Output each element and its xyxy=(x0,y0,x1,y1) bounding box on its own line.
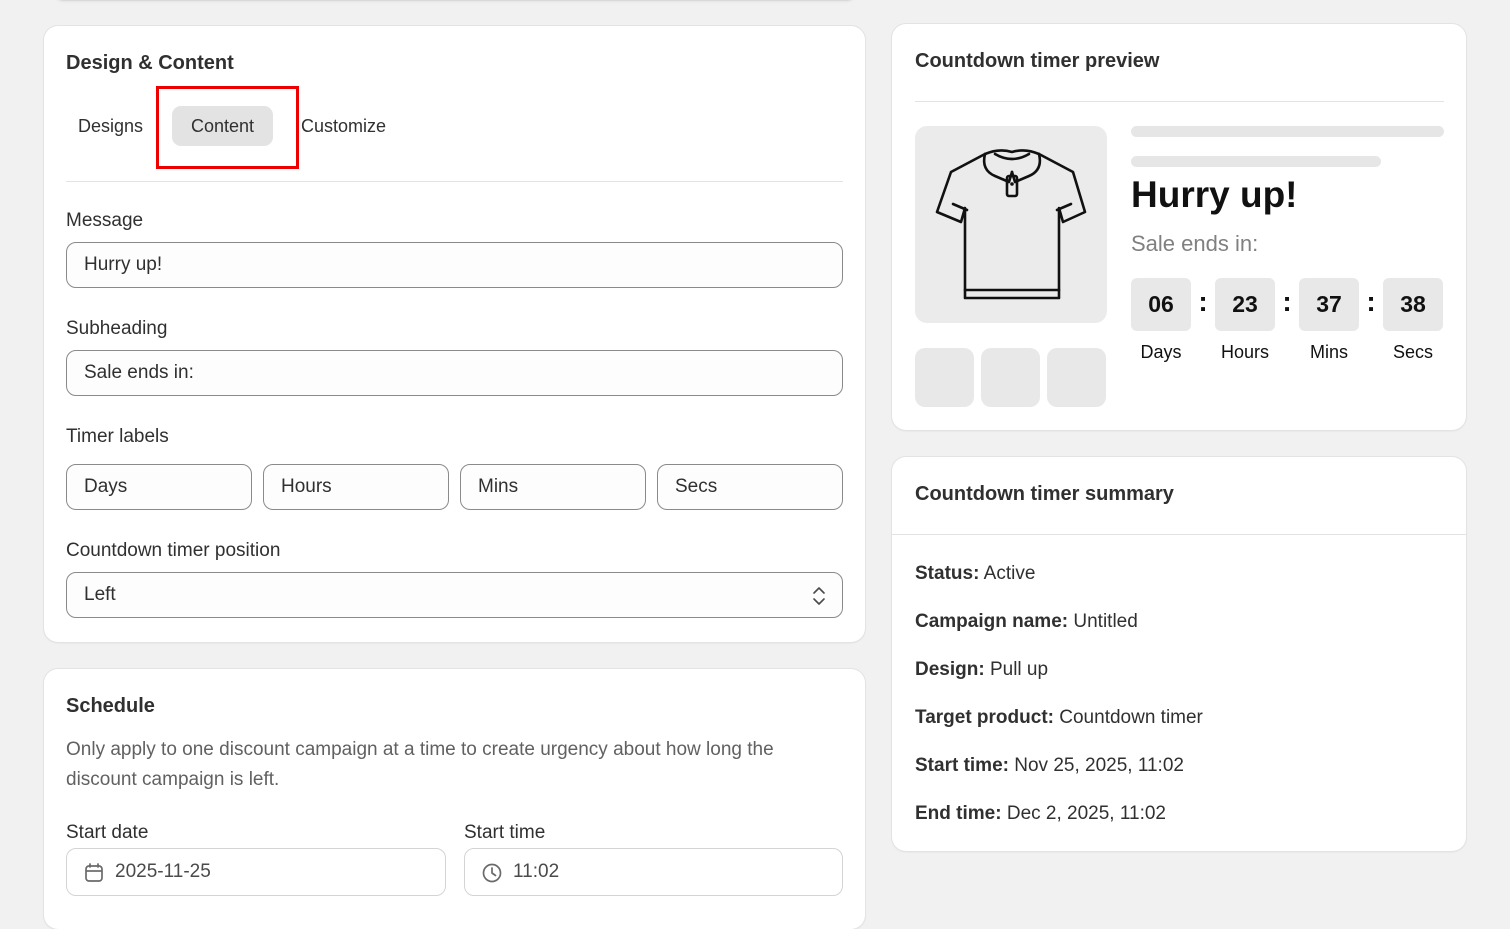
days-label-input[interactable]: Days xyxy=(66,464,252,510)
timer-secs-value: 38 xyxy=(1383,278,1443,331)
tab-designs[interactable]: Designs xyxy=(66,106,155,146)
summary-status: Status: Active xyxy=(915,563,1036,584)
summary-start-time: Start time: Nov 25, 2025, 11:02 xyxy=(915,755,1184,776)
timer-mins-label: Mins xyxy=(1309,342,1348,362)
subheading-label: Subheading xyxy=(66,318,168,339)
schedule-title: Schedule xyxy=(66,695,155,717)
timer-separator: : xyxy=(1366,286,1376,317)
timer-days-value: 06 xyxy=(1131,278,1191,331)
preview-subheading: Sale ends in: xyxy=(1131,231,1259,256)
skeleton-line xyxy=(1131,156,1381,167)
hours-label-input[interactable]: Hours xyxy=(263,464,449,510)
preview-card: Countdown timer preview Hurry up! Sale e… xyxy=(892,24,1466,430)
timer-mins-value: 37 xyxy=(1299,278,1359,331)
timer-hours-value: 23 xyxy=(1215,278,1275,331)
timer-separator: : xyxy=(1282,286,1292,317)
polo-shirt-icon xyxy=(935,149,1087,300)
secs-label-input[interactable]: Secs xyxy=(657,464,843,510)
timer-days-label: Days xyxy=(1140,342,1182,362)
position-select-value: Left xyxy=(84,584,116,605)
subheading-input[interactable]: Sale ends in: xyxy=(66,350,843,396)
start-date-input[interactable]: 2025-11-25 xyxy=(66,848,446,896)
position-label: Countdown timer position xyxy=(66,540,281,561)
start-time-label: Start time xyxy=(464,822,546,843)
start-time-value: 11:02 xyxy=(513,861,560,882)
position-select[interactable]: Left xyxy=(66,572,843,618)
schedule-description: Only apply to one discount campaign at a… xyxy=(66,739,774,790)
start-date-value: 2025-11-25 xyxy=(115,861,211,882)
skeleton-line xyxy=(1131,126,1444,137)
product-thumbnail[interactable] xyxy=(915,348,974,407)
message-input[interactable]: Hurry up! xyxy=(66,242,843,288)
tab-content[interactable]: Content xyxy=(172,106,274,146)
summary-campaign-name: Campaign name: Untitled xyxy=(915,611,1138,632)
tabs-divider xyxy=(66,181,843,182)
timer-secs-label: Secs xyxy=(1392,342,1434,362)
design-content-card: Design & Content Designs Content Customi… xyxy=(44,26,865,642)
preview-divider xyxy=(915,101,1444,102)
timer-separator: : xyxy=(1198,286,1208,317)
timer-hours-label: Hours xyxy=(1220,342,1269,362)
message-label: Message xyxy=(66,210,144,231)
summary-divider xyxy=(892,534,1466,535)
summary-card: Countdown timer summary Status: Active C… xyxy=(892,457,1466,851)
tab-customize[interactable]: Customize xyxy=(289,106,398,146)
summary-design: Design: Pull up xyxy=(915,659,1049,680)
chevron-up-down-icon xyxy=(813,587,825,605)
summary-title: Countdown timer summary xyxy=(915,483,1174,505)
clock-icon xyxy=(482,863,502,883)
start-date-label: Start date xyxy=(66,822,149,843)
design-content-title: Design & Content xyxy=(66,52,234,74)
product-thumbnail[interactable] xyxy=(981,348,1040,407)
preview-title: Countdown timer preview xyxy=(915,50,1160,72)
calendar-icon xyxy=(85,863,103,882)
preview-message: Hurry up! xyxy=(1131,174,1298,215)
mins-label-input[interactable]: Mins xyxy=(460,464,646,510)
product-image xyxy=(915,126,1107,323)
timer-labels-label: Timer labels xyxy=(66,426,169,447)
schedule-card: Schedule Only apply to one discount camp… xyxy=(44,669,865,929)
product-thumbnail[interactable] xyxy=(1047,348,1106,407)
summary-end-time: End time: Dec 2, 2025, 11:02 xyxy=(915,803,1166,824)
start-time-input[interactable]: 11:02 xyxy=(464,848,843,896)
summary-target-product: Target product: Countdown timer xyxy=(915,707,1203,728)
